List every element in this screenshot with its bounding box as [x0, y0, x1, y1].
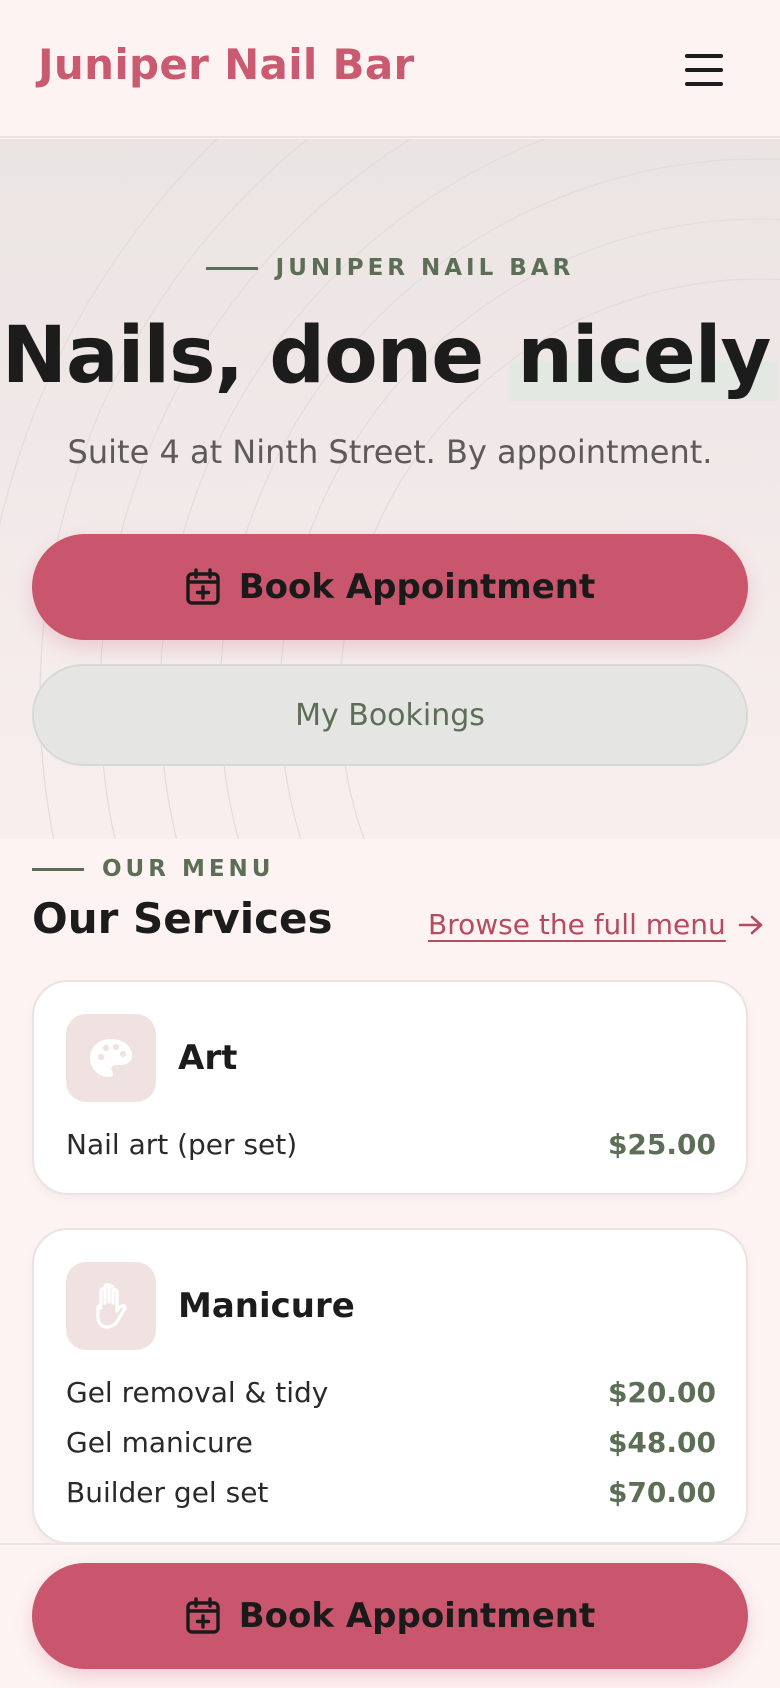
- calendar-plus-icon: [186, 568, 220, 605]
- services-title: Our Services: [32, 894, 333, 943]
- category-title: Manicure: [178, 1286, 355, 1326]
- service-card-manicure[interactable]: Manicure Gel removal & tidy $20.00 Gel m…: [32, 1228, 748, 1544]
- browse-link-text: Browse the full menu: [428, 908, 726, 941]
- service-card-art[interactable]: Art Nail art (per set) $25.00: [32, 980, 748, 1195]
- service-row[interactable]: Gel removal & tidy $20.00: [66, 1376, 716, 1409]
- category-icon-box: [66, 1014, 156, 1102]
- services-eyebrow-text: OUR MENU: [102, 856, 275, 882]
- hero-title-main: Nails, done: [1, 311, 484, 401]
- calendar-plus-icon: [186, 1597, 220, 1634]
- hero-subtitle: Suite 4 at Ninth Street. By appointment.: [67, 433, 713, 471]
- my-bookings-label: My Bookings: [295, 697, 485, 733]
- service-price: $20.00: [607, 1376, 716, 1409]
- book-appointment-sticky-button[interactable]: Book Appointment: [32, 1563, 748, 1669]
- app-header: Juniper Nail Bar: [0, 0, 780, 138]
- hero-title-highlight: nicely: [509, 311, 779, 401]
- eyebrow-line: [32, 867, 84, 871]
- book-appointment-label: Book Appointment: [238, 1596, 596, 1636]
- hamburger-menu-icon[interactable]: [682, 50, 726, 90]
- arrow-right-icon: [738, 915, 763, 934]
- service-price: $48.00: [607, 1426, 716, 1459]
- sticky-bottom-bar: Book Appointment: [0, 1543, 780, 1688]
- service-price: $25.00: [607, 1128, 716, 1161]
- book-appointment-button[interactable]: Book Appointment: [32, 534, 748, 640]
- category-icon-box: [66, 1262, 156, 1350]
- hero-title: Nails, done nicely: [0, 311, 780, 401]
- service-name: Nail art (per set): [66, 1128, 298, 1161]
- category-title: Art: [178, 1038, 238, 1078]
- services-eyebrow: OUR MENU: [32, 856, 274, 882]
- browse-full-menu-link[interactable]: Browse the full menu: [428, 908, 764, 941]
- hand-icon: [96, 1283, 127, 1329]
- hero-eyebrow: JUNIPER NAIL BAR: [0, 255, 780, 281]
- service-name: Builder gel set: [66, 1476, 269, 1509]
- my-bookings-button[interactable]: My Bookings: [32, 664, 748, 766]
- brand-logo-text[interactable]: Juniper Nail Bar: [38, 40, 414, 89]
- service-name: Gel removal & tidy: [66, 1376, 329, 1409]
- service-name: Gel manicure: [66, 1426, 253, 1459]
- hero-eyebrow-text: JUNIPER NAIL BAR: [275, 255, 575, 281]
- service-row[interactable]: Nail art (per set) $25.00: [66, 1128, 716, 1161]
- service-price: $70.00: [607, 1476, 716, 1509]
- palette-icon: [90, 1039, 132, 1077]
- service-row[interactable]: Gel manicure $48.00: [66, 1426, 716, 1459]
- service-row[interactable]: Builder gel set $70.00: [66, 1476, 716, 1509]
- book-appointment-label: Book Appointment: [238, 567, 596, 607]
- eyebrow-line: [205, 266, 258, 270]
- hero-section: JUNIPER NAIL BAR Nails, done nicely Suit…: [0, 139, 780, 839]
